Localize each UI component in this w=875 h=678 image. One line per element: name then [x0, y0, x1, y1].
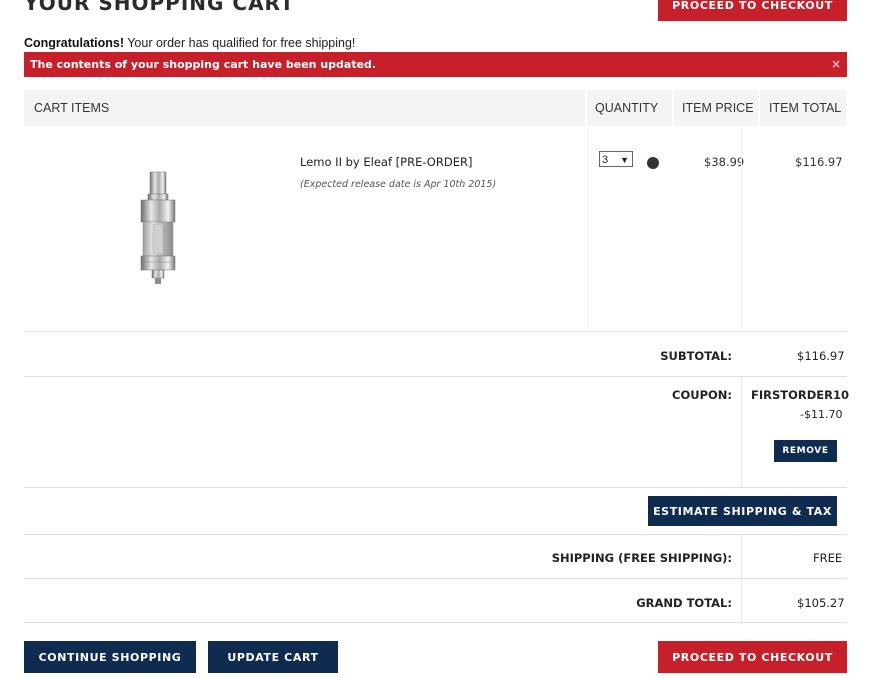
item-total: $116.97 — [795, 155, 843, 169]
product-release-note: (Expected release date is Apr 10th 2015) — [300, 179, 497, 190]
remove-coupon-button[interactable]: REMOVE — [774, 440, 837, 462]
alert-text: The contents of your shopping cart have … — [30, 58, 377, 71]
header-item-total: ITEM TOTAL — [769, 101, 842, 115]
product-image[interactable] — [130, 162, 186, 288]
free-shipping-message: Congratulations! Your order has qualifie… — [24, 36, 355, 50]
page-title: YOUR SHOPPING CART — [24, 0, 295, 15]
coupon-discount: -$11.70 — [800, 408, 843, 421]
congrats-text: Your order has qualified for free shippi… — [124, 36, 356, 50]
header-cart-items: CART ITEMS — [34, 101, 110, 115]
quantity-value: 3 — [602, 154, 609, 166]
product-name-link[interactable]: Lemo II by Eleaf [PRE-ORDER] — [300, 155, 472, 169]
congrats-bold: Congratulations! — [24, 36, 124, 50]
loading-indicator-icon — [647, 157, 659, 169]
close-icon[interactable]: × — [831, 52, 841, 77]
proceed-to-checkout-bottom-button[interactable]: PROCEED TO CHECKOUT — [658, 641, 847, 673]
item-price: $38.99 — [704, 155, 745, 169]
header-item-price: ITEM PRICE — [682, 101, 754, 115]
continue-shopping-button[interactable]: CONTINUE SHOPPING — [24, 641, 196, 673]
grand-total-label: GRAND TOTAL: — [636, 596, 732, 610]
shipping-value: FREE — [813, 551, 843, 565]
update-cart-button[interactable]: UPDATE CART — [208, 641, 338, 673]
estimate-shipping-tax-button[interactable]: ESTIMATE SHIPPING & TAX — [648, 496, 837, 526]
subtotal-value: $116.97 — [797, 349, 845, 363]
quantity-select[interactable]: 3 ▼ — [599, 151, 633, 167]
chevron-down-icon: ▼ — [620, 155, 629, 165]
subtotal-label: SUBTOTAL: — [660, 349, 732, 363]
grand-total-value: $105.27 — [797, 596, 845, 610]
shipping-label: SHIPPING (FREE SHIPPING): — [551, 551, 732, 565]
coupon-label: COUPON: — [672, 388, 732, 402]
coupon-code: FIRSTORDER10 — [751, 388, 850, 402]
cart-table-header: CART ITEMS QUANTITY ITEM PRICE ITEM TOTA… — [24, 90, 846, 126]
cart-updated-alert: The contents of your shopping cart have … — [24, 52, 847, 77]
header-quantity: QUANTITY — [595, 101, 659, 115]
proceed-to-checkout-top-button[interactable]: PROCEED TO CHECKOUT — [658, 0, 847, 21]
